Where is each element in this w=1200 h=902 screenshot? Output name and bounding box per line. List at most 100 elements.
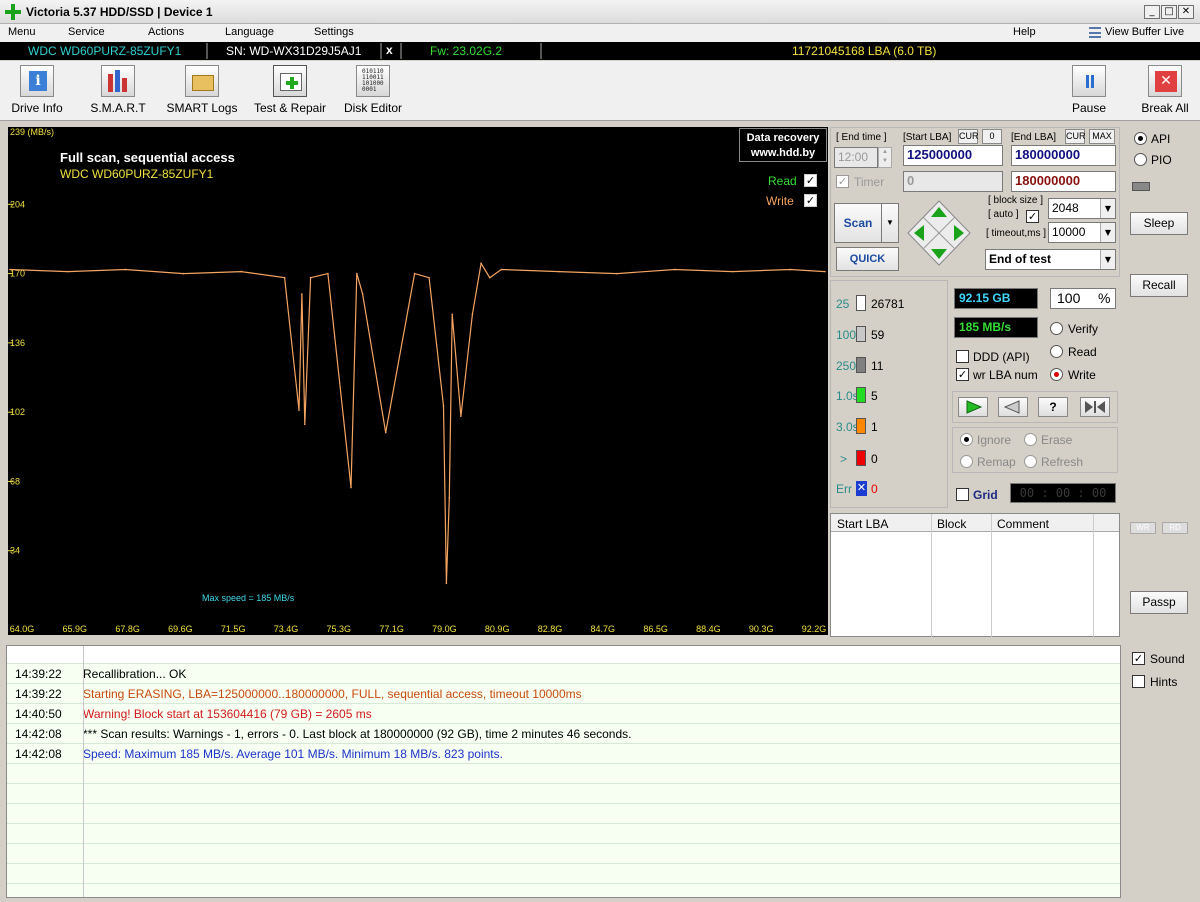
grid-checkbox[interactable] — [956, 488, 969, 501]
title-bar: Victoria 5.37 HDD/SSD | Device 1 _ □ ✕ — [0, 0, 1200, 24]
err-label: Err — [836, 482, 852, 496]
pause-icon — [1072, 65, 1106, 97]
sound-checkbox[interactable]: ✓ — [1132, 652, 1145, 665]
speed-point — [309, 276, 312, 279]
menu-help[interactable]: Help — [1013, 26, 1036, 38]
close-window-button[interactable]: ✕ — [1178, 5, 1194, 19]
legend-write-checkbox[interactable]: ✓ — [804, 194, 817, 207]
ignore-radio[interactable] — [960, 433, 973, 446]
menu-menu[interactable]: Menu — [8, 26, 36, 38]
close-device-button[interactable]: x — [386, 43, 393, 57]
speed-point — [350, 486, 352, 489]
speed-point — [731, 270, 734, 273]
speed-point — [327, 272, 329, 275]
minimize-button[interactable]: _ — [1144, 5, 1160, 19]
repeat-button[interactable]: ? — [1038, 397, 1068, 417]
end-cur-button[interactable]: CUR — [1065, 129, 1086, 144]
remap-radio[interactable] — [960, 455, 973, 468]
latency-bucket-label: > — [840, 452, 848, 466]
view-buffer-live-button[interactable]: View Buffer Live — [1105, 26, 1184, 38]
speed-chart[interactable]: 204 170 136 102 68 34 64.0G 65.9G 67.8G 69.6G 71.5… — [8, 127, 828, 635]
smart-button[interactable]: S.M.A.R.T — [88, 65, 148, 119]
passp-button[interactable]: Passp — [1130, 591, 1188, 614]
smart-logs-button[interactable]: SMART Logs — [166, 65, 238, 119]
end-jump-button[interactable] — [1080, 397, 1110, 417]
x-tick-label: 92.2G — [802, 624, 827, 634]
sleep-button[interactable]: Sleep — [1130, 212, 1188, 235]
start-lba-label: [Start LBA] — [903, 132, 952, 143]
pio-radio[interactable] — [1134, 153, 1147, 166]
direction-pad[interactable] — [906, 199, 972, 267]
defect-table[interactable]: Start LBA Block Comment — [830, 513, 1120, 638]
disk-editor-button[interactable]: 010110 110011 101000 0001 Disk Editor — [342, 65, 404, 119]
timeout-select[interactable]: 10000 ▼ — [1048, 222, 1116, 243]
log-row — [7, 884, 1120, 897]
write-radio[interactable] — [1050, 368, 1063, 381]
log-column-divider — [83, 646, 84, 897]
log-row — [7, 824, 1120, 844]
col-start-lba[interactable]: Start LBA — [837, 517, 888, 531]
main-toolbar: i Drive Info S.M.A.R.T SMART Logs Test &… — [0, 61, 1200, 121]
speed-point — [67, 270, 69, 273]
speed-point — [283, 276, 286, 279]
folder-icon — [185, 65, 219, 97]
play-forward-button[interactable] — [958, 397, 988, 417]
speed-point — [182, 272, 185, 275]
erase-radio[interactable] — [1024, 433, 1037, 446]
ddd-api-checkbox[interactable] — [956, 350, 969, 363]
elapsed-timer-display: 00 : 00 : 00 — [1010, 483, 1116, 503]
scan-button[interactable]: Scan — [834, 203, 882, 243]
col-block[interactable]: Block — [937, 517, 966, 531]
read-radio[interactable] — [1050, 345, 1063, 358]
recall-button[interactable]: Recall — [1130, 274, 1188, 297]
test-repair-button[interactable]: Test & Repair — [250, 65, 330, 119]
latency-bucket-bar — [856, 387, 866, 403]
maximize-button[interactable]: □ — [1161, 5, 1177, 19]
speed-point — [824, 270, 826, 273]
quick-button[interactable]: QUICK — [836, 247, 899, 271]
menu-service[interactable]: Service — [68, 26, 105, 38]
remap-label: Remap — [977, 455, 1016, 469]
end-max-button[interactable]: MAX — [1089, 129, 1115, 144]
refresh-radio[interactable] — [1024, 455, 1037, 468]
timer-input[interactable]: 0 — [903, 171, 1003, 192]
log-row — [7, 864, 1120, 884]
end-time-spinner[interactable]: ▲ ▼ — [878, 147, 892, 168]
end-lba-input[interactable]: 180000000 — [1011, 145, 1116, 166]
scan-options-dropdown[interactable]: ▼ — [881, 203, 899, 243]
speed-point — [298, 409, 300, 411]
y-tick-label: 102 — [10, 407, 25, 417]
write-label: Write — [1068, 368, 1096, 382]
start-cur-button[interactable]: CUR — [958, 129, 979, 144]
api-label: API — [1151, 132, 1171, 146]
auto-block-checkbox[interactable]: ✓ — [1026, 210, 1039, 223]
event-log[interactable]: 14:39:22 Recallibration... OK 14:39:22 Star… — [6, 645, 1121, 898]
end-of-test-select[interactable]: End of test ▼ — [985, 249, 1116, 270]
menu-settings[interactable]: Settings — [314, 26, 354, 38]
play-backward-button[interactable] — [998, 397, 1028, 417]
legend-read-checkbox[interactable]: ✓ — [804, 174, 817, 187]
hints-checkbox[interactable] — [1132, 675, 1145, 688]
speed-point — [448, 496, 451, 499]
latency-bucket-count: 59 — [871, 328, 885, 342]
drive-capacity: 11721045168 LBA (6.0 TB) — [792, 44, 937, 58]
drive-info-button[interactable]: i Drive Info — [8, 65, 66, 119]
speed-point — [558, 270, 560, 273]
end-time-input[interactable]: 12:00 — [834, 147, 878, 168]
block-size-select[interactable]: 2048 ▼ — [1048, 198, 1116, 219]
break-all-button[interactable]: ✕ Break All — [1138, 65, 1192, 119]
start-lba-input[interactable]: 125000000 — [903, 145, 1003, 166]
col-comment[interactable]: Comment — [997, 517, 1049, 531]
start-zero-button[interactable]: 0 — [982, 129, 1002, 144]
api-radio[interactable] — [1134, 132, 1147, 145]
speed-point — [673, 268, 676, 271]
erase-label: Erase — [1041, 433, 1073, 447]
pause-button[interactable]: Pause — [1066, 65, 1112, 119]
menu-actions[interactable]: Actions — [148, 26, 184, 38]
data-recovery-badge[interactable]: Data recovery www.hdd.by — [739, 128, 827, 162]
drive-model[interactable]: WDC WD60PURZ-85ZUFY1 — [28, 44, 181, 58]
menu-language[interactable]: Language — [225, 26, 274, 38]
verify-radio[interactable] — [1050, 322, 1063, 335]
wr-lba-num-checkbox[interactable]: ✓ — [956, 368, 969, 381]
timer-checkbox[interactable]: ✓ — [836, 175, 849, 188]
